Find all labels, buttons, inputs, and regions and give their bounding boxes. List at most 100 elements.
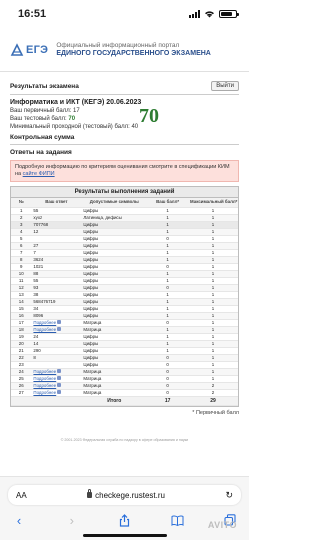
task-max-score: 1 bbox=[188, 235, 238, 243]
site-header: ЕГЭ Официальный информационный портал ЕД… bbox=[0, 28, 249, 72]
task-allowed-chars: Цифры bbox=[81, 207, 148, 215]
page-footer: © 2001-2023 Федеральная служба по надзор… bbox=[60, 437, 189, 442]
task-number: 7 bbox=[11, 249, 32, 257]
big-test-score: 70 bbox=[139, 105, 159, 127]
task-score: 1 bbox=[147, 340, 189, 348]
task-number: 9 bbox=[11, 263, 32, 271]
table-row: 6 27 Цифры 1 1 bbox=[11, 242, 238, 250]
url-display[interactable]: checkege.rustest.ru bbox=[87, 489, 165, 500]
task-score: 0 bbox=[147, 382, 189, 390]
table-row: 1 55 Цифры 1 1 bbox=[11, 207, 238, 215]
url-text: checkege.rustest.ru bbox=[95, 490, 165, 500]
task-answer: 38 bbox=[31, 291, 82, 299]
task-answer: 88 bbox=[31, 270, 82, 278]
table-row: 18 Подробнее Матрица 1 1 bbox=[11, 326, 238, 334]
task-allowed-chars: Цифры bbox=[81, 228, 148, 236]
exam-title: Информатика и ИКТ (КЕГЭ) 20.06.2023 bbox=[10, 99, 142, 106]
exit-button[interactable]: Выйти bbox=[211, 81, 239, 91]
task-allowed-chars: Матрица bbox=[81, 382, 148, 390]
task-answer: 290 bbox=[31, 347, 82, 355]
col-header-number: № bbox=[11, 198, 32, 208]
details-link[interactable]: Подробнее bbox=[31, 389, 82, 397]
details-link[interactable]: Подробнее bbox=[31, 382, 82, 390]
task-max-score: 1 bbox=[188, 326, 238, 334]
help-icon[interactable] bbox=[57, 327, 62, 332]
checksum-label: Контрольная сумма bbox=[10, 134, 75, 141]
task-allowed-chars: Латиница, дефисы bbox=[81, 214, 148, 222]
col-header-answer: Ваш ответ bbox=[31, 198, 82, 208]
avito-watermark: AVITO bbox=[207, 520, 237, 530]
task-number: 23 bbox=[11, 361, 32, 369]
task-number: 24 bbox=[11, 368, 32, 376]
task-allowed-chars: Цифры bbox=[81, 270, 148, 278]
task-allowed-chars: Цифры bbox=[81, 235, 148, 243]
table-row: 4 12 Цифры 1 1 bbox=[11, 228, 238, 236]
help-icon[interactable] bbox=[57, 390, 62, 395]
task-allowed-chars: Цифры bbox=[81, 263, 148, 271]
criteria-notice: Подробную информацию по критериям оценив… bbox=[10, 160, 239, 182]
reader-settings-button[interactable]: AA bbox=[16, 491, 27, 500]
share-icon[interactable] bbox=[116, 511, 134, 529]
task-max-score: 1 bbox=[188, 228, 238, 236]
table-row: 26 Подробнее Матрица 0 2 bbox=[11, 382, 238, 390]
task-answer: 27 bbox=[31, 242, 82, 250]
address-bar[interactable]: AA checkege.rustest.ru ↻ bbox=[8, 485, 241, 505]
details-link[interactable]: Подробнее bbox=[31, 368, 82, 376]
table-row: 9 1021 Цифры 0 1 bbox=[11, 263, 238, 271]
task-max-score: 1 bbox=[188, 305, 238, 313]
min-score-value: 40 bbox=[131, 124, 139, 130]
task-answer: 8096 bbox=[31, 312, 82, 320]
table-row: 22 8 Цифры 0 1 bbox=[11, 354, 238, 362]
help-icon[interactable] bbox=[57, 383, 62, 388]
back-icon[interactable]: ‹ bbox=[10, 511, 28, 529]
test-score-value: 70 bbox=[68, 116, 76, 122]
task-score: 0 bbox=[147, 284, 189, 292]
table-row: 25 Подробнее Матрица 0 1 bbox=[11, 375, 238, 383]
details-link[interactable]: Подробнее bbox=[31, 375, 82, 383]
task-score: 1 bbox=[147, 291, 189, 299]
ege-logo[interactable]: ЕГЭ bbox=[10, 42, 48, 57]
task-allowed-chars: Матрица bbox=[81, 389, 148, 397]
task-score: 1 bbox=[147, 214, 189, 222]
help-icon[interactable] bbox=[57, 320, 62, 325]
task-number: 17 bbox=[11, 319, 32, 327]
fipi-link[interactable]: сайте ФИПИ bbox=[23, 171, 55, 177]
task-score: 1 bbox=[147, 207, 189, 215]
table-row: 21 290 Цифры 1 1 bbox=[11, 347, 238, 355]
lock-icon bbox=[87, 489, 93, 498]
task-answer: 1021 bbox=[31, 263, 82, 271]
forward-icon[interactable]: › bbox=[63, 511, 81, 529]
task-allowed-chars: Цифры bbox=[81, 333, 148, 341]
details-link[interactable]: Подробнее bbox=[31, 326, 82, 334]
help-icon[interactable] bbox=[57, 376, 62, 381]
table-row: 11 55 Цифры 1 1 bbox=[11, 277, 238, 285]
divider bbox=[10, 144, 239, 145]
task-score: 1 bbox=[147, 312, 189, 320]
task-allowed-chars: Матрица bbox=[81, 326, 148, 334]
task-allowed-chars: Матрица bbox=[81, 375, 148, 383]
task-allowed-chars: Цифры bbox=[81, 361, 148, 369]
table-row: 5 Цифры 0 1 bbox=[11, 235, 238, 243]
task-answer: 55 bbox=[31, 207, 82, 215]
task-allowed-chars: Цифры bbox=[81, 221, 148, 229]
reload-icon[interactable]: ↻ bbox=[225, 490, 233, 501]
task-max-score: 1 bbox=[188, 375, 238, 383]
help-icon[interactable] bbox=[57, 369, 62, 374]
task-number: 3 bbox=[11, 221, 32, 229]
col-header-max: Максимальный балл* bbox=[188, 198, 238, 208]
task-score: 0 bbox=[147, 354, 189, 362]
task-max-score: 2 bbox=[188, 389, 238, 397]
task-answer bbox=[31, 235, 82, 243]
task-allowed-chars: Цифры bbox=[81, 354, 148, 362]
bookmarks-icon[interactable] bbox=[168, 511, 186, 529]
task-number: 16 bbox=[11, 312, 32, 320]
task-max-score: 1 bbox=[188, 340, 238, 348]
details-link[interactable]: Подробнее bbox=[31, 319, 82, 327]
task-max-score: 1 bbox=[188, 214, 238, 222]
table-row: 15 34 Цифры 1 1 bbox=[11, 305, 238, 313]
home-indicator bbox=[82, 534, 167, 537]
table-row: 13 38 Цифры 1 1 bbox=[11, 291, 238, 299]
min-score-label: Минимальный проходной (тестовый) балл: bbox=[10, 124, 130, 130]
task-max-score: 1 bbox=[188, 263, 238, 271]
primary-score-label: Ваш первичный балл: bbox=[10, 108, 72, 114]
